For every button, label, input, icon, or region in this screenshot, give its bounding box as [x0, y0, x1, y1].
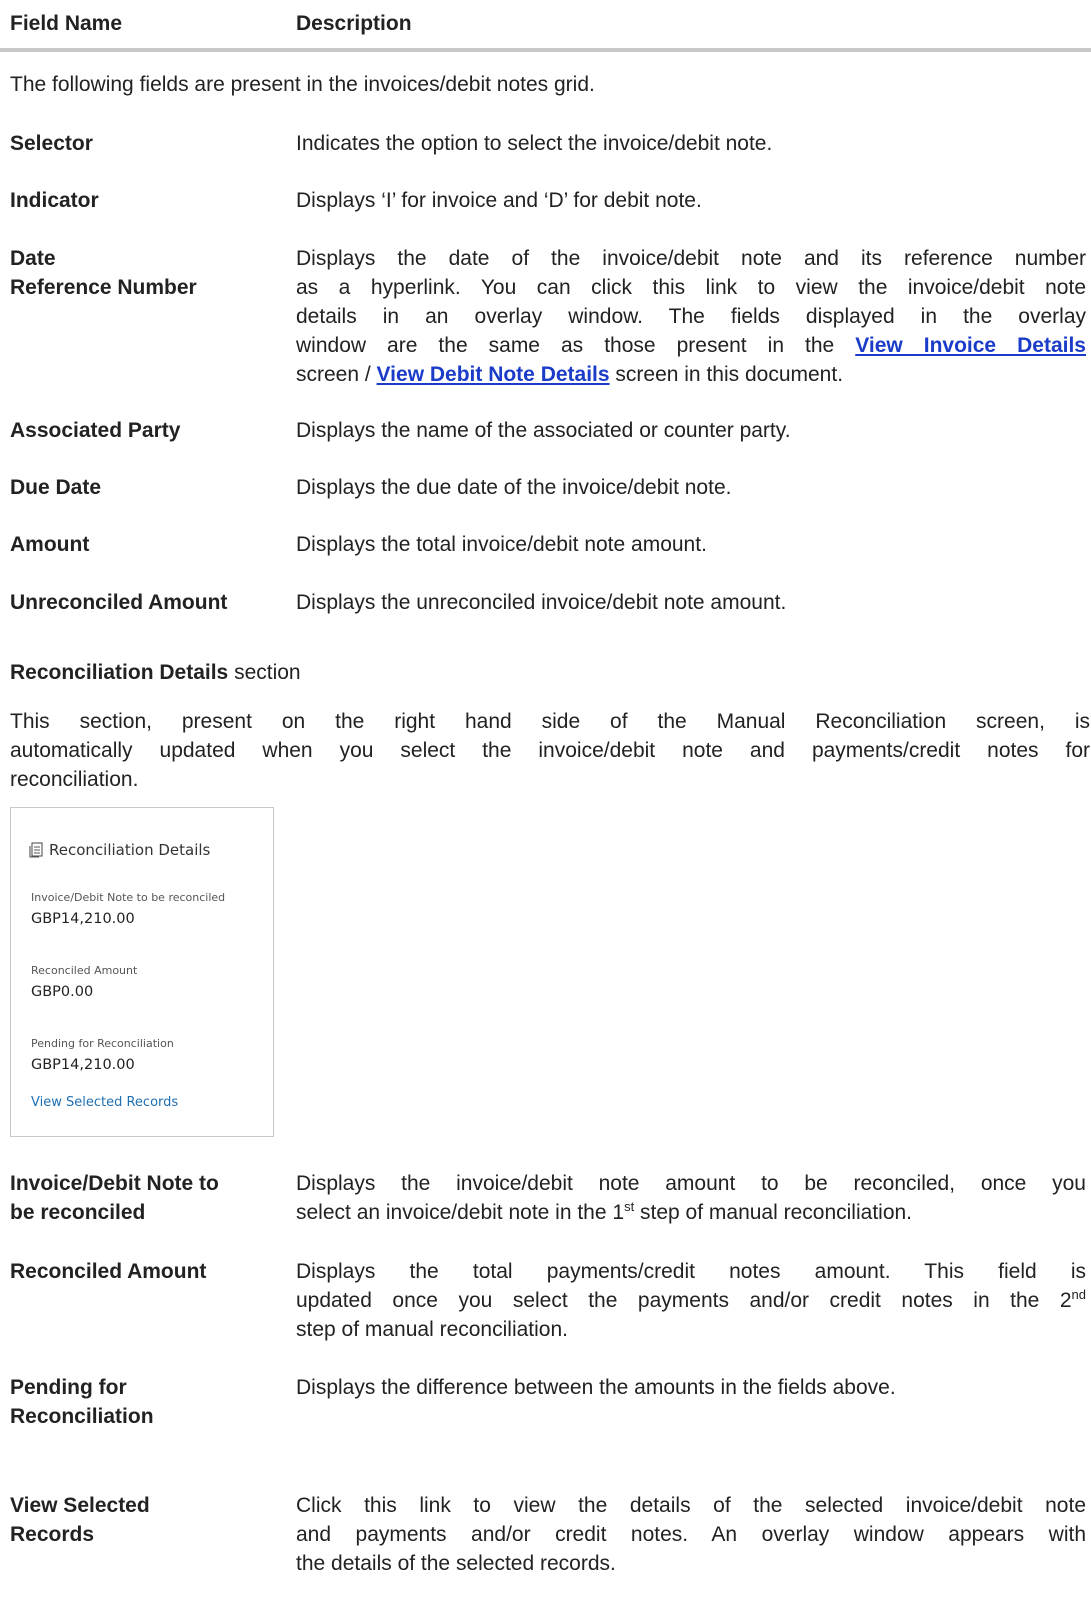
section-heading-rest: section	[234, 661, 301, 684]
field-label: Date Reference Number	[10, 244, 280, 302]
desc-line: details in an overlay window. The fields…	[296, 305, 1086, 328]
ordinal-suffix: nd	[1071, 1287, 1086, 1302]
reconciled-amount-value: GBP0.00	[31, 984, 94, 1000]
grid-intro-text: The following fields are present in the …	[10, 73, 595, 96]
invoice-to-reconcile-value: GBP14,210.00	[31, 911, 135, 927]
table-header: Field Name Description	[0, 0, 1091, 52]
field-description: Displays the total invoice/debit note am…	[296, 533, 707, 556]
section-heading-bold: Reconciliation Details	[10, 661, 229, 684]
desc-line: as a hyperlink. You can click this link …	[296, 276, 1086, 299]
field-description: Displays ‘I’ for invoice and ‘D’ for deb…	[296, 189, 702, 212]
desc-line: select an invoice/debit note in the 1st …	[296, 1198, 1086, 1227]
desc-line: updated once you select the payments and…	[296, 1286, 1086, 1315]
field-label: Associated Party	[10, 419, 181, 442]
field-description: Displays the difference between the amou…	[296, 1376, 896, 1399]
field-label: View Selected Records	[10, 1491, 280, 1549]
reconciliation-details-card: Reconciliation Details Invoice/Debit Not…	[10, 807, 274, 1137]
field-label: Due Date	[10, 476, 102, 499]
field-description: Click this link to view the details of t…	[296, 1491, 1086, 1578]
desc-line: Click this link to view the details of t…	[296, 1494, 1086, 1517]
invoice-to-reconcile-label: Invoice/Debit Note to be reconciled	[31, 891, 226, 904]
desc-text: step of manual reconciliation.	[634, 1201, 913, 1224]
field-label-line: Records	[10, 1523, 95, 1546]
para-line: reconciliation.	[10, 768, 139, 791]
desc-line: Displays the total payments/credit notes…	[296, 1260, 1086, 1283]
field-label: Indicator	[10, 189, 99, 212]
view-debit-note-details-link[interactable]: View Debit Note Details	[377, 363, 610, 386]
section-heading: Reconciliation Details section	[10, 661, 301, 685]
field-label: Selector	[10, 132, 93, 155]
field-label: Unreconciled Amount	[10, 591, 228, 614]
field-label: Pending for Reconciliation	[10, 1373, 280, 1431]
field-label: Reconciled Amount	[10, 1260, 207, 1283]
field-label: Invoice/Debit Note to be reconciled	[10, 1169, 280, 1227]
desc-line: screen / View Debit Note Details screen …	[296, 360, 1086, 389]
pending-label: Pending for Reconciliation	[31, 1037, 174, 1050]
view-invoice-details-link[interactable]: View Invoice Details	[855, 334, 1086, 357]
field-description: Displays the unreconciled invoice/debit …	[296, 591, 787, 614]
para-line: This section, present on the right hand …	[10, 710, 1090, 733]
field-description: Displays the name of the associated or c…	[296, 419, 791, 442]
field-label-line: Invoice/Debit Note to	[10, 1172, 219, 1195]
field-description: Displays the total payments/credit notes…	[296, 1257, 1086, 1344]
desc-text: updated once you select the payments and…	[296, 1289, 1072, 1312]
header-field-name: Field Name	[10, 12, 123, 35]
field-label-line: be reconciled	[10, 1201, 146, 1224]
card-title: Reconciliation Details	[29, 841, 210, 859]
desc-line: the details of the selected records.	[296, 1552, 616, 1575]
view-selected-records-link[interactable]: View Selected Records	[31, 1095, 178, 1110]
field-label-line: Reconciliation	[10, 1405, 154, 1428]
header-divider	[0, 48, 1091, 52]
document-list-icon	[29, 842, 43, 858]
desc-line: Displays the date of the invoice/debit n…	[296, 247, 1086, 270]
field-label: Amount	[10, 533, 90, 556]
desc-line: and payments and/or credit notes. An ove…	[296, 1523, 1086, 1546]
document-page: Field Name Description The following fie…	[0, 0, 1091, 1612]
field-label-line: Date	[10, 247, 56, 270]
para-line: automatically updated when you select th…	[10, 739, 1090, 762]
ordinal-suffix: st	[624, 1199, 635, 1214]
desc-text: screen /	[296, 363, 371, 386]
desc-line: window are the same as those present in …	[296, 331, 1086, 360]
desc-text: window are the same as those present in …	[296, 334, 835, 357]
desc-line: step of manual reconciliation.	[296, 1318, 568, 1341]
header-description: Description	[296, 12, 412, 35]
field-description: Displays the due date of the invoice/deb…	[296, 476, 732, 499]
field-label-line: Pending for	[10, 1376, 127, 1399]
field-label-line: View Selected	[10, 1494, 150, 1517]
field-label-line: Reference Number	[10, 276, 197, 299]
field-description: Indicates the option to select the invoi…	[296, 132, 773, 155]
desc-text: screen in this document.	[615, 363, 844, 386]
card-title-text: Reconciliation Details	[49, 841, 211, 859]
pending-value: GBP14,210.00	[31, 1057, 135, 1073]
reconciled-amount-label: Reconciled Amount	[31, 964, 138, 977]
field-description: Displays the date of the invoice/debit n…	[296, 244, 1086, 389]
desc-text: select an invoice/debit note in the 1	[296, 1201, 625, 1224]
field-description: Displays the invoice/debit note amount t…	[296, 1169, 1086, 1227]
desc-line: Displays the invoice/debit note amount t…	[296, 1172, 1086, 1195]
section-paragraph: This section, present on the right hand …	[10, 707, 1090, 794]
